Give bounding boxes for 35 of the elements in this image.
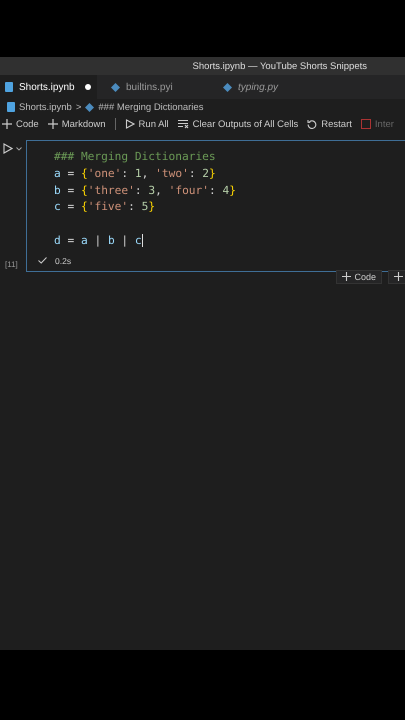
toolbar-button[interactable]: Code — [2, 118, 39, 130]
toolbar-button[interactable]: Run All — [124, 118, 169, 130]
toolbar-button[interactable]: Clear Outputs of All Cells — [178, 118, 298, 130]
toolbar-button[interactable]: Markdown — [48, 118, 106, 130]
plus-icon — [342, 272, 352, 282]
code-line: d = a | b | c — [54, 234, 143, 247]
python-icon — [85, 102, 94, 112]
code-line: a = {'one': 1, 'two': 2} — [54, 166, 216, 180]
add-button[interactable] — [388, 270, 405, 284]
editor-tab[interactable]: typing.py — [203, 75, 323, 99]
editor-tab[interactable]: Shorts.ipynb — [0, 75, 97, 99]
execution-time: 0.2s — [55, 256, 72, 266]
editor-tab[interactable]: builtins.pyi — [97, 75, 203, 99]
plus-icon — [2, 119, 12, 129]
breadcrumb-item[interactable]: ### Merging Dictionaries — [98, 102, 204, 112]
window-title: Shorts.ipynb — YouTube Shorts Snippets — [192, 60, 367, 72]
play-icon — [124, 119, 135, 129]
run-cell-icon[interactable] — [3, 143, 13, 154]
python-icon — [223, 82, 232, 92]
execution-count: [11] — [4, 260, 19, 269]
add-cell-button[interactable]: Code — [336, 270, 382, 284]
toolbar-button[interactable]: Restart — [307, 118, 352, 130]
clear-all-icon — [178, 119, 189, 129]
plus-icon — [48, 119, 58, 129]
code-line: b = {'three': 3, 'four': 4} — [54, 184, 236, 197]
code-line: ### Merging Dictionaries — [54, 150, 216, 163]
breadcrumb-separator: > — [76, 102, 82, 112]
plus-icon — [394, 272, 403, 282]
stop-icon — [360, 119, 371, 129]
python-icon — [111, 82, 120, 92]
restart-icon — [307, 119, 318, 129]
code-line: c = {'five': 5} — [54, 200, 156, 214]
chevron-down-icon[interactable] — [16, 146, 22, 150]
code-cell[interactable]: ### Merging Dictionaries a = {'one': 1, 'two': 2} b = {'three': 3, 'four': 4} c = {'five': 5} d = a | b | c 0.2s — [26, 140, 405, 272]
breadcrumb-item[interactable]: Shorts.ipynb — [19, 102, 72, 112]
